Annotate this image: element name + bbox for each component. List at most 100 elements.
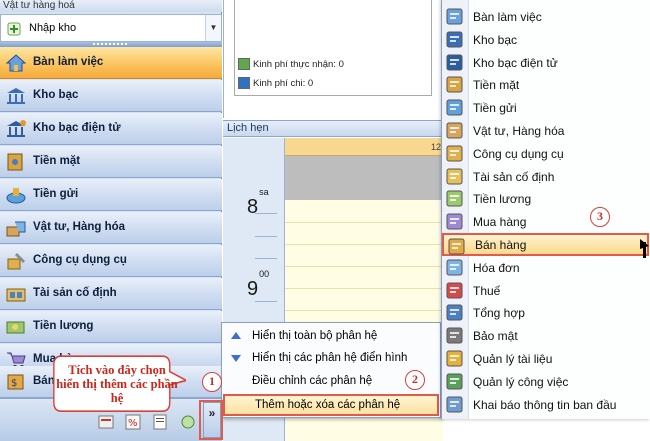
module-item-summary[interactable]: Tổng hợp [442, 301, 649, 324]
module-item-home[interactable]: Bàn làm việc [442, 5, 649, 28]
legend-received-label: Kinh phí thực nhận: 0 [253, 59, 344, 70]
nav-item-cong-cu-dung-cu[interactable]: Công cụ dụng cụ [0, 245, 222, 277]
tools-icon [7, 253, 25, 270]
nav-item-label: Tiền mặt [33, 155, 81, 167]
arrow-up-icon [231, 332, 241, 339]
hour-9-value: 9 [247, 278, 259, 300]
legend-spent-label: Kinh phí chi: 0 [253, 78, 314, 89]
mouse-cursor-icon [640, 239, 649, 258]
module-item-invoice[interactable]: Hóa đơn [442, 256, 649, 279]
refresh-icon[interactable] [180, 414, 196, 430]
module-item-label: Bảo mật [473, 329, 518, 344]
hour-8-suffix: sa [259, 187, 269, 198]
module-item-cash[interactable]: Tiền mặt [442, 73, 649, 96]
module-item-label: Bán hàng [475, 238, 527, 252]
summary-icon [446, 304, 463, 321]
add-icon [7, 22, 21, 36]
tax-icon [446, 282, 463, 299]
legend-received: Kinh phí thực nhận: 0 [238, 58, 344, 70]
salary-icon [446, 190, 463, 207]
tools-icon [446, 145, 463, 162]
setup-icon [446, 396, 463, 413]
module-item-sales[interactable]: Bán hàng [442, 233, 649, 256]
nav-item-kho-bac-dien-tu[interactable]: Kho bạc điện tử [0, 113, 222, 145]
salary-icon [6, 321, 25, 334]
module-item-salary[interactable]: Tiền lương [442, 187, 649, 210]
nav-item-ban-lam-viec[interactable]: Bàn làm việc [0, 47, 222, 79]
module-item-security[interactable]: Bảo mật [442, 324, 649, 347]
legend-swatch-blue [238, 77, 250, 89]
nav-item-label: Công cụ dụng cụ [33, 254, 127, 266]
module-item-label: Quản lý công việc [473, 374, 569, 389]
time-tick [255, 258, 277, 259]
step-badge-1: 1 [202, 372, 222, 392]
home-icon [5, 54, 27, 72]
nav-item-tien-mat[interactable]: Tiền mặt [0, 146, 222, 178]
nav-item-kho-bac[interactable]: Kho bạc [0, 80, 222, 112]
module-item-label: Tiền lương [473, 192, 532, 207]
module-item-fixed-asset[interactable]: Tài sản cố định [442, 165, 649, 188]
e-treasury-icon [446, 54, 463, 71]
module-item-deposit[interactable]: Tiền gửi [442, 96, 649, 119]
module-item-goods[interactable]: Vật tư, Hàng hóa [442, 119, 649, 142]
budget-panel: Kinh phí thực nhận: 0 Kinh phí chi: 0 [223, 0, 443, 118]
deposit-icon [446, 99, 463, 116]
module-item-label: Khai báo thông tin ban đầu [473, 397, 617, 412]
bank-icon [446, 31, 463, 48]
module-item-setup[interactable]: Khai báo thông tin ban đầu [442, 393, 649, 416]
slot-line [285, 266, 443, 267]
nav-item-tai-san-co-dinh[interactable]: Tài sản cố định [0, 278, 222, 310]
legend-spent: Kinh phí chi: 0 [238, 77, 313, 89]
nav-item-tien-gui[interactable]: Tiền gửi [0, 179, 222, 211]
module-item-label: Bàn làm việc [473, 10, 542, 24]
module-item-label: Tổng hợp [473, 306, 525, 321]
menu-add-remove-modules[interactable]: Thêm hoặc xóa các phân hệ [223, 394, 439, 416]
nav-item-label: Kho bạc [33, 89, 79, 101]
module-item-tax[interactable]: Thuế [442, 279, 649, 302]
shortcut-icon[interactable] [98, 414, 114, 430]
hour-9-suffix: 00 [259, 269, 270, 280]
menu-show-typical-modules[interactable]: Hiển thị các phân hệ điển hình [222, 347, 440, 369]
module-item-label: Mua hàng [473, 215, 527, 230]
nav-item-label: Tài sản cố định [33, 287, 117, 299]
module-item-cart[interactable]: Mua hàng [442, 210, 649, 233]
step-badge-3: 3 [590, 207, 610, 227]
menu-show-all-modules[interactable]: Hiển thị toàn bộ phân hệ [222, 325, 440, 347]
sales-icon: $ [7, 374, 24, 390]
goods-icon [446, 122, 463, 139]
module-list-menu: Bàn làm việc Kho bạc Kho bạc điện tử Tiền m… [441, 0, 650, 419]
e-treasury-icon [7, 120, 26, 137]
menu-item-label: Hiển thị các phân hệ điển hình [252, 352, 408, 364]
instruction-callout: Tích vào đây chọn hiển thị thêm các phần… [52, 354, 186, 416]
section-title: Vật tư hàng hoá [0, 0, 222, 12]
module-item-label: Thuế [473, 283, 501, 298]
module-item-bank[interactable]: Kho bạc [442, 28, 649, 51]
calendar-title: Lịch hẹn [223, 120, 443, 137]
menu-item-label: Điều chỉnh các phân hệ [252, 375, 373, 387]
module-item-label: Vật tư, Hàng hóa [473, 124, 565, 138]
module-item-tools[interactable]: Công cụ dụng cụ [442, 142, 649, 165]
report-icon[interactable] [152, 414, 168, 430]
module-item-label: Hóa đơn [473, 260, 520, 275]
day-header-label: 12 [431, 142, 442, 152]
cash-icon [7, 153, 23, 171]
nav-item-tien-luong[interactable]: Tiền lương [0, 311, 222, 343]
nav-item-label: Tiền gửi [33, 188, 79, 200]
hour-9: 900 [247, 269, 269, 301]
percent-icon[interactable]: % [125, 414, 141, 430]
module-item-e-treasury[interactable]: Kho bạc điện tử [442, 51, 649, 74]
nav-item-label: Kho bạc điện tử [33, 122, 121, 134]
time-tick [255, 236, 277, 237]
arrow-down-icon [231, 355, 241, 362]
highlight-chevron [199, 400, 223, 440]
legend-swatch-green [238, 58, 250, 70]
nav-item-vat-tu-hang-hoa[interactable]: Vật tư, Hàng hóa [0, 212, 222, 244]
module-combo[interactable]: Nhập kho ▼ [0, 14, 222, 42]
hour-8-value: 8 [247, 196, 259, 218]
module-item-documents[interactable]: Quản lý tài liệu [442, 347, 649, 370]
module-item-tasks[interactable]: Quản lý công việc [442, 370, 649, 393]
non-working-time [285, 156, 443, 200]
documents-icon [446, 350, 463, 367]
chevron-down-icon[interactable]: ▼ [205, 15, 221, 41]
nav-item-label: Bàn làm việc [33, 56, 104, 68]
